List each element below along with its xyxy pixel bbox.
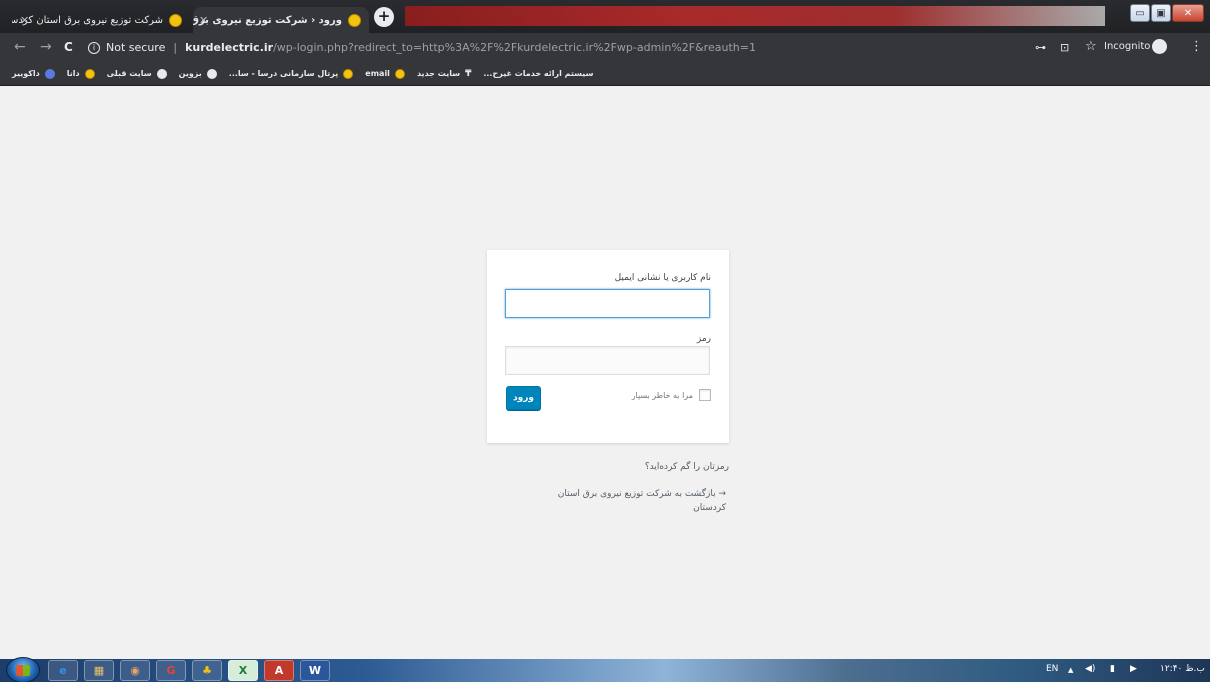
media-player-icon[interactable]: ◉ — [120, 660, 150, 681]
taskbar: e ▦ ◉ G ♣ X A W EN ▲ ◀) ▮ ▶ ۱۲:۴۰ ب.ظ — [0, 657, 1210, 682]
bookmark-item[interactable]: email — [365, 68, 405, 79]
forward-button[interactable]: → — [40, 39, 52, 55]
bookmark-label: email — [365, 69, 390, 78]
remember-checkbox[interactable] — [699, 389, 711, 401]
key-icon[interactable]: ⊶ — [1035, 41, 1046, 54]
network-icon[interactable]: ▮ — [1110, 664, 1115, 674]
star-icon[interactable]: ☆ — [1085, 39, 1097, 54]
translate-icon[interactable]: ⊡ — [1060, 41, 1069, 54]
browser-toolbar: ← → C i Not secure | kurdelectric.ir /wp… — [0, 33, 1210, 62]
back-to-site-link[interactable]: → بازگشت به شرکت توزیع نیروی برق استان ک… — [546, 487, 726, 515]
username-field[interactable] — [505, 289, 710, 318]
close-icon[interactable]: ✕ — [20, 14, 29, 27]
globe-icon — [156, 68, 167, 79]
back-button[interactable]: ← — [14, 39, 26, 55]
bookmarks-bar: داکوییر دانا سایت قبلی بزوین پرتال سازما… — [0, 62, 1210, 86]
globe-icon — [206, 68, 217, 79]
bookmark-item[interactable]: سایت قبلی — [106, 68, 167, 79]
bookmark-favicon-icon — [84, 68, 95, 79]
login-form: نام کاربری یا نشانی ایمیل رمز مرا به خاط… — [487, 250, 729, 443]
bookmark-label: دانا — [66, 69, 80, 78]
tray-arrow-icon[interactable]: ▲ — [1068, 666, 1073, 674]
background-window-strip — [405, 6, 1105, 26]
tab-login[interactable]: ورود ‹ شرکت توزیع نیروی برق استان کر ✕ — [193, 7, 369, 33]
reload-button[interactable]: C — [64, 40, 73, 54]
chrome-icon[interactable]: G — [156, 660, 186, 681]
lost-password-link[interactable]: رمزتان را گم کرده‌اید؟ — [645, 462, 729, 472]
bookmark-item[interactable]: دانا — [66, 68, 95, 79]
remember-me[interactable]: مرا به خاطر بسپار — [632, 389, 711, 401]
login-button[interactable]: ورود — [506, 386, 541, 410]
url-domain: kurdelectric.ir — [185, 41, 274, 54]
bookmark-label: داکوییر — [12, 69, 40, 78]
bookmark-item[interactable]: داکوییر — [12, 68, 55, 79]
bookmark-favicon-icon — [343, 68, 354, 79]
minimize-button[interactable]: ▭ — [1130, 4, 1150, 22]
maximize-button[interactable]: ▣ — [1151, 4, 1171, 22]
bookmark-item[interactable]: ₸ سایت جدید — [417, 69, 471, 79]
favicon-icon — [169, 13, 182, 27]
word-icon[interactable]: W — [300, 660, 330, 681]
incognito-icon[interactable] — [1152, 39, 1167, 54]
explorer-icon[interactable]: ▦ — [84, 660, 114, 681]
password-label: رمز — [696, 334, 711, 344]
bookmark-star-icon — [44, 68, 55, 79]
close-icon[interactable]: ✕ — [199, 14, 208, 27]
menu-icon[interactable]: ⋮ — [1190, 39, 1203, 54]
bookmark-item[interactable]: سیستم ارائه خدمات غیرح... — [483, 69, 593, 78]
flag-icon[interactable]: ▶ — [1130, 664, 1137, 674]
remember-label: مرا به خاطر بسپار — [631, 390, 693, 400]
ttt-icon: ₸ — [465, 68, 472, 79]
bookmark-item[interactable]: پرتال سازمانی درسا - سا... — [228, 68, 354, 79]
excel-icon[interactable]: X — [228, 660, 258, 681]
new-tab-button[interactable]: + — [374, 7, 394, 27]
acrobat-icon[interactable]: A — [264, 660, 294, 681]
favicon-icon — [348, 13, 361, 27]
volume-icon[interactable]: ◀) — [1085, 664, 1095, 674]
bookmark-label: پرتال سازمانی درسا - سا... — [228, 69, 339, 78]
tab-kurdelectric-home[interactable]: شرکت توزیع نیروی برق استان کردستان ✕ — [12, 7, 190, 33]
bookmark-label: سایت قبلی — [106, 69, 152, 78]
browser-titlebar: شرکت توزیع نیروی برق استان کردستان ✕ ورو… — [0, 0, 1210, 33]
divider: | — [173, 41, 178, 54]
password-field[interactable] — [505, 346, 710, 375]
username-label: نام کاربری یا نشانی ایمیل — [614, 273, 711, 283]
incognito-label: Incognito — [1104, 41, 1151, 52]
start-button[interactable] — [6, 657, 40, 682]
address-bar[interactable]: i Not secure | kurdelectric.ir /wp-login… — [88, 37, 1028, 58]
bookmark-item[interactable]: بزوین — [178, 68, 217, 79]
language-indicator[interactable]: EN — [1046, 664, 1058, 674]
close-window-button[interactable]: ✕ — [1172, 4, 1204, 22]
url-path: /wp-login.php?redirect_to=http%3A%2F%2Fk… — [273, 41, 756, 54]
bookmark-favicon-icon — [394, 68, 405, 79]
tab-title: ورود ‹ شرکت توزیع نیروی برق استان کر — [193, 14, 342, 26]
info-icon[interactable]: i — [88, 41, 100, 54]
tab-title: شرکت توزیع نیروی برق استان کردستان — [12, 14, 163, 26]
bookmark-label: سیستم ارائه خدمات غیرح... — [483, 69, 594, 78]
security-label: Not secure — [106, 41, 166, 54]
bookmark-label: سایت جدید — [416, 69, 461, 78]
page-content: نام کاربری یا نشانی ایمیل رمز مرا به خاط… — [0, 86, 1210, 659]
ie-icon[interactable]: e — [48, 660, 78, 681]
python-icon[interactable]: ♣ — [192, 660, 222, 681]
clock[interactable]: ۱۲:۴۰ ب.ظ — [1160, 664, 1205, 674]
bookmark-label: بزوین — [178, 69, 202, 78]
